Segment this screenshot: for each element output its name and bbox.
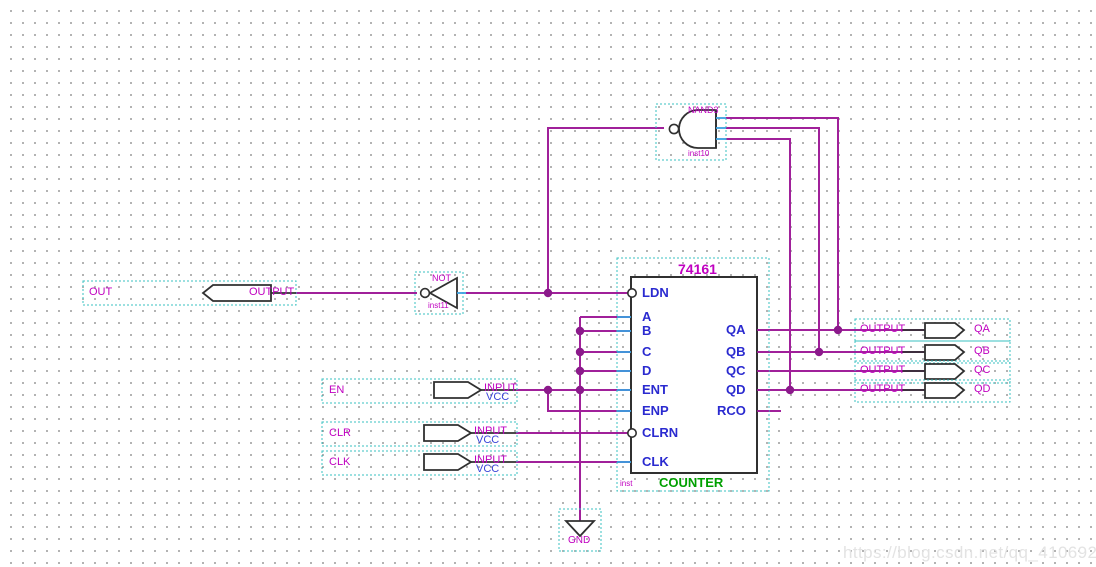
port-label-out: OUT bbox=[89, 286, 113, 298]
port-kind-qd: OUTPUT bbox=[860, 383, 906, 395]
block-pin-enp: ENP bbox=[642, 403, 669, 418]
block-pin-qc: QC bbox=[726, 363, 746, 378]
block-pin-qa: QA bbox=[726, 322, 746, 337]
block-footer-counter: COUNTER bbox=[659, 475, 724, 490]
port-kind-out: OUTPUT bbox=[249, 286, 295, 298]
block-pin-c: C bbox=[642, 344, 652, 359]
block-pin-a: A bbox=[642, 309, 652, 324]
block-pin-ent: ENT bbox=[642, 382, 668, 397]
port-kind-qb: OUTPUT bbox=[860, 345, 906, 357]
block-pin-clrn: CLRN bbox=[642, 425, 679, 440]
port-label-clk: CLK bbox=[329, 456, 351, 468]
instance-label-not: inst11 bbox=[428, 301, 449, 310]
port-kind-qc: OUTPUT bbox=[860, 364, 906, 376]
watermark-text: https://blog.csdn.net/qq_41069293 bbox=[843, 543, 1096, 562]
port-label-qa: QA bbox=[974, 323, 990, 335]
port-label-qc: QC bbox=[974, 364, 991, 376]
block-pin-clk: CLK bbox=[642, 454, 669, 469]
schematic-canvas[interactable]: 74161 COUNTER inst LDN A B C D ENT ENP C… bbox=[0, 0, 1096, 567]
gnd-label: GND bbox=[568, 535, 591, 546]
port-label-qd: QD bbox=[974, 383, 991, 395]
block-pin-qd: QD bbox=[726, 382, 746, 397]
grid-background bbox=[0, 0, 1096, 567]
block-pin-ldn: LDN bbox=[642, 285, 669, 300]
block-pin-qb: QB bbox=[726, 344, 746, 359]
port-kind-qa: OUTPUT bbox=[860, 323, 906, 335]
instance-label-nand3: inst10 bbox=[688, 149, 710, 158]
port-label-en: EN bbox=[329, 384, 345, 396]
gate-label-not: NOT bbox=[432, 273, 451, 283]
block-pin-b: B bbox=[642, 323, 652, 338]
port-default-clk: VCC bbox=[476, 463, 500, 475]
port-default-en: VCC bbox=[486, 391, 510, 403]
port-label-clr: CLR bbox=[329, 427, 352, 439]
port-label-qb: QB bbox=[974, 345, 990, 357]
block-pin-d: D bbox=[642, 363, 652, 378]
block-pin-rco: RCO bbox=[717, 403, 746, 418]
instance-label-counter: inst bbox=[620, 479, 633, 488]
gate-label-nand3: NAND3 bbox=[688, 105, 719, 115]
port-default-clr: VCC bbox=[476, 434, 500, 446]
block-title-74161: 74161 bbox=[678, 261, 717, 277]
